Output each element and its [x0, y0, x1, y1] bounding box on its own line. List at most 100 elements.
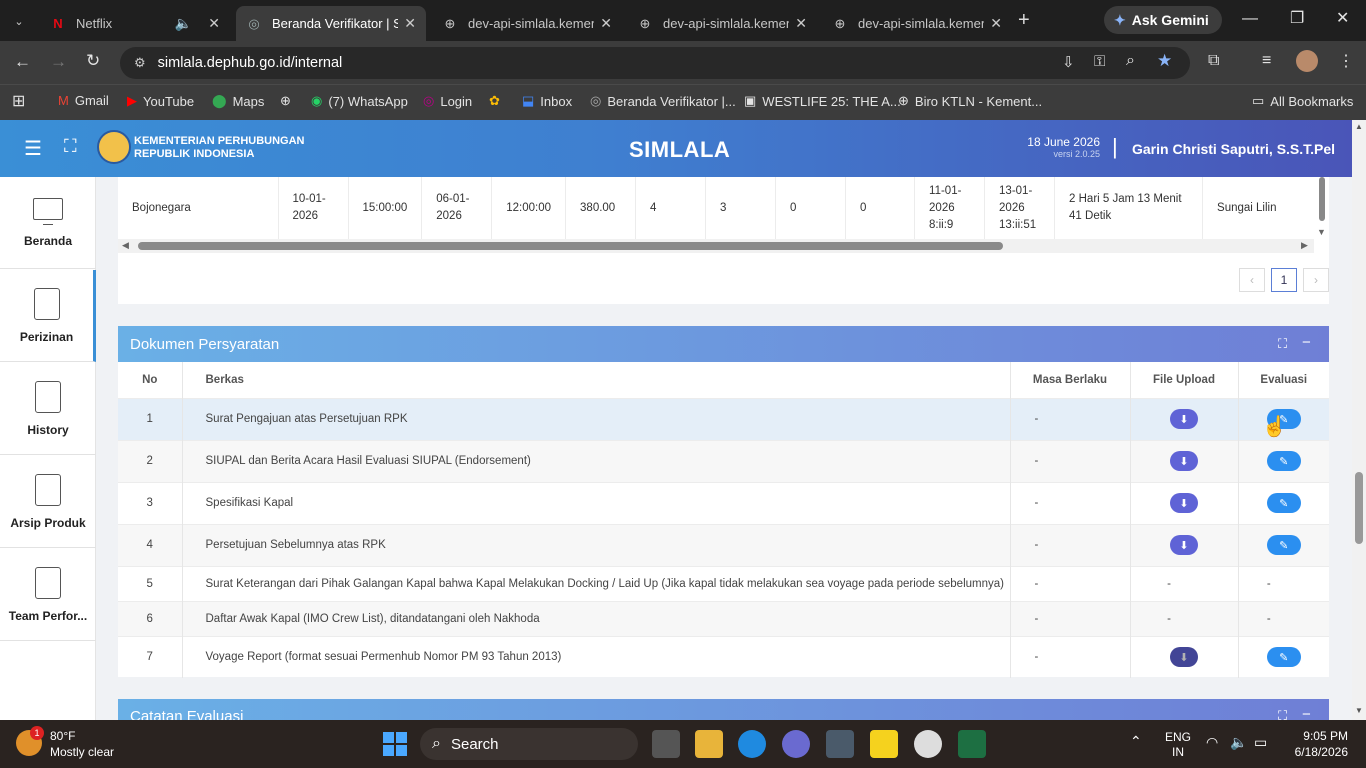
weather-text[interactable]: Mostly clear	[50, 745, 114, 759]
page-scrollbar[interactable]: ▲ ▼	[1352, 120, 1366, 720]
app-icon[interactable]	[782, 730, 810, 758]
close-tab-icon[interactable]: ✕	[795, 15, 807, 32]
user-name[interactable]: Garin Christi Saputri, S.S.T.Pel	[1132, 141, 1335, 157]
download-file-button[interactable]: ⬇	[1170, 409, 1198, 429]
edit-evaluasi-button[interactable]: ✎	[1266, 647, 1301, 668]
download-file-button[interactable]: ⬇	[1170, 647, 1198, 668]
collapse-minus-icon[interactable]: −	[1302, 706, 1311, 720]
install-app-icon[interactable]: ⇩	[1062, 53, 1075, 71]
download-file-button[interactable]: ⬇	[1170, 493, 1198, 513]
tab-netflix[interactable]: N Netflix 🔈 ✕	[40, 6, 230, 41]
all-bookmarks-label: All Bookmarks	[1270, 93, 1354, 109]
tab-dev-api-3[interactable]: ⊕ dev-api-simlala.kemenh ✕	[822, 6, 1012, 41]
bookmark-beranda-verifikator[interactable]: ◎ Beranda Verifikator |...	[590, 93, 736, 109]
battery-icon[interactable]: ▭	[1254, 734, 1267, 751]
sidebar-item-arsip-produk[interactable]: Arsip Produk	[0, 456, 96, 548]
windows-start-icon[interactable]	[383, 732, 407, 756]
bookmark-login[interactable]: ◎ Login	[423, 93, 472, 109]
scroll-left-arrow[interactable]: ◀	[122, 240, 129, 251]
bookmark-whatsapp[interactable]: ◉ (7) WhatsApp	[311, 93, 408, 109]
minimize-button[interactable]: —	[1242, 10, 1258, 28]
back-button[interactable]: ←	[14, 52, 31, 72]
bookmark-westlife[interactable]: ▣ WESTLIFE 25: THE A...	[744, 93, 901, 109]
reload-button[interactable]: ↻	[86, 51, 100, 71]
extensions-icon[interactable]: ⧉	[1208, 52, 1219, 70]
bookmark-photos[interactable]: ✿	[489, 93, 506, 109]
url-bar[interactable]: ⚙ simlala.dephub.go.id/internal	[120, 47, 1190, 79]
clock[interactable]: 9:05 PM 6/18/2026	[1290, 728, 1348, 760]
speaker-icon[interactable]: 🔈	[175, 15, 192, 32]
forward-button[interactable]: →	[50, 52, 67, 72]
tab-dev-api-1[interactable]: ⊕ dev-api-simlala.kemenh ✕	[432, 6, 622, 41]
apps-grid-icon[interactable]: ⊞	[12, 91, 25, 111]
bookmark-globe[interactable]: ⊕	[280, 93, 297, 109]
bookmark-youtube[interactable]: ▶ YouTube	[127, 93, 194, 109]
bookmark-gmail[interactable]: M Gmail	[58, 93, 109, 108]
sticky-notes-icon[interactable]	[870, 730, 898, 758]
scroll-down-arrow[interactable]: ▼	[1355, 706, 1363, 715]
maximize-button[interactable]: ❐	[1290, 8, 1304, 28]
sidebar-item-history[interactable]: History	[0, 363, 96, 455]
weather-temp[interactable]: 80°F	[50, 729, 75, 743]
language-indicator[interactable]: ENG IN	[1165, 730, 1191, 760]
volume-icon[interactable]: 🔈	[1230, 734, 1247, 751]
close-tab-icon[interactable]: ✕	[404, 15, 416, 32]
scroll-right-arrow[interactable]: ▶	[1301, 240, 1308, 251]
close-tab-icon[interactable]: ✕	[208, 15, 220, 32]
table-vertical-scrollbar[interactable]: ▼	[1317, 177, 1327, 239]
table-row: 1 Surat Pengajuan atas Persetujuan RPK - ⬇ ✎	[118, 398, 1329, 440]
bookmark-star-icon[interactable]: ★	[1157, 51, 1172, 71]
pagination-prev-button[interactable]: ‹	[1239, 268, 1265, 292]
table-horizontal-scrollbar[interactable]: ◀ ▶	[118, 239, 1314, 253]
download-file-button[interactable]: ⬇	[1170, 535, 1198, 555]
all-bookmarks[interactable]: ▭ All Bookmarks	[1252, 93, 1353, 109]
menu-kebab-icon[interactable]: ⋮	[1338, 51, 1354, 71]
expand-icon[interactable]: ⛶	[1278, 336, 1287, 352]
pagination-page-1[interactable]: 1	[1271, 268, 1297, 292]
media-control-icon[interactable]: ≡	[1262, 52, 1271, 70]
taskbar-search-box[interactable]: ⌕ Search	[420, 728, 638, 760]
chrome-icon[interactable]	[914, 730, 942, 758]
fullscreen-icon[interactable]: ⛶	[64, 136, 77, 157]
ask-gemini-button[interactable]: ✦ Ask Gemini	[1104, 6, 1222, 34]
password-key-icon[interactable]: ⚿	[1094, 53, 1105, 70]
edit-evaluasi-button[interactable]: ✎	[1266, 451, 1301, 471]
close-tab-icon[interactable]: ✕	[600, 15, 612, 32]
expand-icon[interactable]: ⛶	[1278, 708, 1287, 720]
download-file-button[interactable]: ⬇	[1170, 451, 1198, 471]
tab-beranda-verifikator[interactable]: ◎ Beranda Verifikator | Si ✕	[236, 6, 426, 41]
sidebar-item-beranda[interactable]: Beranda	[0, 177, 96, 269]
hamburger-menu-icon[interactable]: ☰	[24, 136, 42, 161]
scrollbar-thumb[interactable]	[1355, 472, 1363, 544]
excel-icon[interactable]	[958, 730, 986, 758]
scroll-up-arrow[interactable]: ▲	[1355, 122, 1363, 131]
close-window-button[interactable]: ✕	[1336, 8, 1349, 28]
sidebar-item-team-performance[interactable]: Team Perfor...	[0, 549, 96, 641]
edit-evaluasi-button[interactable]: ✎	[1266, 493, 1301, 513]
close-tab-icon[interactable]: ✕	[990, 15, 1002, 32]
task-view-icon[interactable]	[652, 730, 680, 758]
file-explorer-icon[interactable]	[695, 730, 723, 758]
edit-evaluasi-button[interactable]: ✎	[1266, 535, 1301, 555]
camera-icon[interactable]	[826, 730, 854, 758]
scrollbar-thumb[interactable]	[1319, 177, 1325, 221]
sidebar-item-perizinan[interactable]: Perizinan	[0, 270, 96, 362]
collapse-minus-icon[interactable]: −	[1302, 334, 1311, 351]
scroll-down-arrow[interactable]: ▼	[1317, 227, 1326, 237]
site-info-icon[interactable]: ⚙	[134, 55, 146, 71]
zoom-icon[interactable]: ⌕	[1126, 52, 1135, 70]
bookmark-maps[interactable]: ⬤ Maps	[212, 93, 264, 109]
file-upload-cell: ⬇	[1130, 524, 1239, 566]
edge-icon[interactable]	[738, 730, 766, 758]
wifi-icon[interactable]: ◠	[1206, 734, 1218, 751]
new-tab-button[interactable]: +	[1018, 9, 1030, 32]
scrollbar-thumb[interactable]	[138, 242, 1003, 250]
sidebar: Beranda Perizinan History Arsip Produk T…	[0, 177, 96, 720]
tab-dev-api-2[interactable]: ⊕ dev-api-simlala.kemenh ✕	[627, 6, 817, 41]
chevron-up-icon[interactable]: ⌃	[1130, 733, 1142, 750]
bookmark-inbox[interactable]: ⬓ Inbox	[522, 93, 572, 109]
bookmark-biro-ktln[interactable]: ⊕ Biro KTLN - Kement...	[898, 93, 1042, 109]
tab-search-icon[interactable]: ⌄	[8, 10, 30, 32]
profile-avatar[interactable]	[1296, 50, 1318, 72]
pagination-next-button[interactable]: ›	[1303, 268, 1329, 292]
